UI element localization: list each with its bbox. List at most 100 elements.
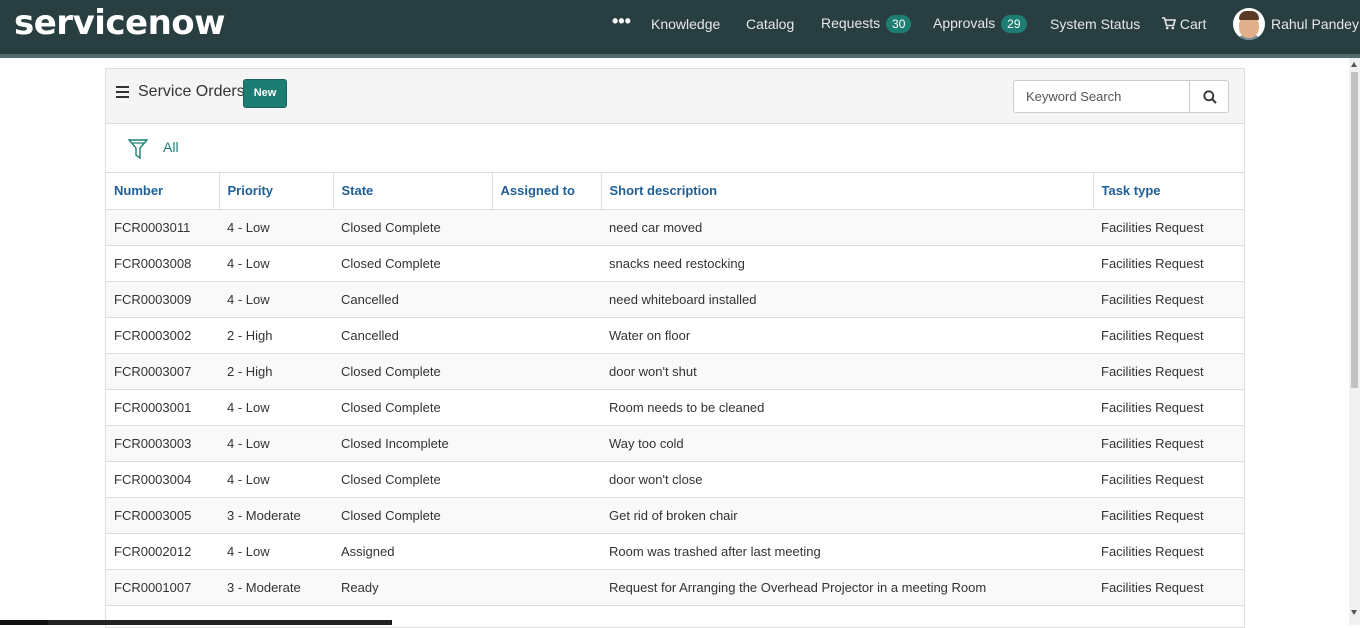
- scroll-down-arrow-icon[interactable]: [1351, 610, 1357, 615]
- cell-assigned-to: [492, 209, 601, 246]
- cell-number[interactable]: FCR0003003: [106, 425, 219, 462]
- nav-system-status[interactable]: System Status: [1050, 16, 1140, 32]
- cell-task-type: Facilities Request: [1093, 353, 1244, 390]
- cell-priority: 4 - Low: [219, 281, 333, 318]
- nav-cart[interactable]: Cart: [1162, 16, 1206, 32]
- cart-icon: [1162, 17, 1177, 30]
- cell-short-description: Room was trashed after last meeting: [601, 533, 1093, 570]
- nav-approvals-label: Approvals: [933, 15, 996, 31]
- column-header-number[interactable]: Number: [106, 173, 220, 210]
- panel-header: Service Orders New Keyword Search: [106, 69, 1244, 124]
- cell-number[interactable]: FCR0003004: [106, 461, 219, 498]
- horizontal-scrollbar-thumb[interactable]: [48, 620, 391, 625]
- cell-state: Closed Complete: [333, 461, 492, 498]
- cell-short-description: need whiteboard installed: [601, 281, 1093, 318]
- hamburger-menu-icon[interactable]: [116, 86, 129, 98]
- cell-state: Assigned: [333, 533, 492, 570]
- column-header-task-type[interactable]: Task type: [1093, 173, 1244, 210]
- table-row[interactable]: FCR0003011 4 - Low Closed Complete need car…: [106, 209, 1244, 246]
- cell-short-description: door won't shut: [601, 353, 1093, 390]
- search-button[interactable]: [1189, 80, 1229, 113]
- cell-state: Closed Complete: [333, 209, 492, 246]
- cell-assigned-to: [492, 461, 601, 498]
- cell-state: Closed Complete: [333, 389, 492, 426]
- cell-number[interactable]: FCR0003005: [106, 497, 219, 534]
- cell-short-description: Way too cold: [601, 425, 1093, 462]
- approvals-count-badge: 29: [1001, 15, 1027, 33]
- servicenow-logo[interactable]: servicenow: [14, 3, 226, 43]
- column-header-state[interactable]: State: [333, 173, 493, 210]
- topbar-accent-line: [0, 54, 1360, 58]
- scroll-up-arrow-icon[interactable]: [1351, 62, 1357, 67]
- cell-assigned-to: [492, 353, 601, 390]
- cell-state: Closed Complete: [333, 353, 492, 390]
- cell-state: Cancelled: [333, 281, 492, 318]
- more-menu-icon[interactable]: •••: [612, 11, 631, 32]
- user-name[interactable]: Rahul Pandey: [1271, 16, 1359, 32]
- service-orders-panel: Service Orders New Keyword Search All Nu…: [105, 68, 1245, 628]
- cell-number[interactable]: FCR0003009: [106, 281, 219, 318]
- cell-priority: 4 - Low: [219, 245, 333, 282]
- column-header-short-description[interactable]: Short description: [601, 173, 1094, 210]
- nav-requests[interactable]: Requests 30: [821, 15, 912, 33]
- column-header-assigned-to[interactable]: Assigned to: [492, 173, 602, 210]
- cell-task-type: Facilities Request: [1093, 281, 1244, 318]
- new-button[interactable]: New: [243, 79, 287, 108]
- cell-state: Cancelled: [333, 317, 492, 354]
- cell-short-description: snacks need restocking: [601, 245, 1093, 282]
- cell-assigned-to: [492, 281, 601, 318]
- filter-icon[interactable]: [128, 138, 148, 160]
- table-row[interactable]: FCR0003005 3 - Moderate Closed Complete Get…: [106, 497, 1244, 534]
- table-row[interactable]: FCR0003003 4 - Low Closed Incomplete Way to…: [106, 425, 1244, 462]
- vertical-scrollbar[interactable]: [1349, 58, 1360, 625]
- filter-breadcrumb-all[interactable]: All: [163, 139, 179, 155]
- table-row[interactable]: FCR0003004 4 - Low Closed Complete door won…: [106, 461, 1244, 498]
- filter-row: All: [106, 125, 1244, 173]
- cell-task-type: Facilities Request: [1093, 497, 1244, 534]
- table-row[interactable]: FCR0001007 3 - Moderate Ready Request for A…: [106, 569, 1244, 606]
- cell-priority: 3 - Moderate: [219, 497, 333, 534]
- table-row[interactable]: FCR0003002 2 - High Cancelled Water on floo…: [106, 317, 1244, 354]
- nav-approvals[interactable]: Approvals 29: [933, 15, 1027, 33]
- cell-priority: 2 - High: [219, 353, 333, 390]
- cell-priority: 4 - Low: [219, 389, 333, 426]
- cell-number[interactable]: FCR0001007: [106, 569, 219, 606]
- table-row[interactable]: FCR0003001 4 - Low Closed Complete Room nee…: [106, 389, 1244, 426]
- cell-number[interactable]: FCR0002012: [106, 533, 219, 570]
- avatar-hair: [1239, 11, 1259, 20]
- cell-short-description: door won't close: [601, 461, 1093, 498]
- panel-title: Service Orders: [138, 83, 245, 100]
- search-icon: [1203, 90, 1217, 104]
- cell-assigned-to: [492, 245, 601, 282]
- cell-task-type: Facilities Request: [1093, 533, 1244, 570]
- table-row[interactable]: FCR0003007 2 - High Closed Complete door wo…: [106, 353, 1244, 390]
- requests-count-badge: 30: [886, 15, 912, 33]
- cell-number[interactable]: FCR0003001: [106, 389, 219, 426]
- table-header-row: Number Priority State Assigned to Short …: [106, 173, 1244, 210]
- cell-priority: 4 - Low: [219, 209, 333, 246]
- user-avatar[interactable]: [1233, 8, 1265, 40]
- table-row[interactable]: FCR0002012 4 - Low Assigned Room was trashe…: [106, 533, 1244, 570]
- cell-number[interactable]: FCR0003008: [106, 245, 219, 282]
- service-orders-table: Number Priority State Assigned to Short …: [106, 173, 1244, 606]
- cell-priority: 4 - Low: [219, 533, 333, 570]
- cell-state: Closed Complete: [333, 497, 492, 534]
- keyword-search-input[interactable]: Keyword Search: [1013, 80, 1190, 113]
- table-row[interactable]: FCR0003009 4 - Low Cancelled need whiteboar…: [106, 281, 1244, 318]
- cell-task-type: Facilities Request: [1093, 245, 1244, 282]
- cell-short-description: Get rid of broken chair: [601, 497, 1093, 534]
- cell-task-type: Facilities Request: [1093, 209, 1244, 246]
- cell-state: Closed Incomplete: [333, 425, 492, 462]
- nav-cart-label: Cart: [1179, 16, 1207, 32]
- column-header-priority[interactable]: Priority: [219, 173, 334, 210]
- cell-number[interactable]: FCR0003011: [106, 209, 219, 246]
- nav-catalog[interactable]: Catalog: [746, 16, 794, 32]
- cell-number[interactable]: FCR0003007: [106, 353, 219, 390]
- nav-knowledge[interactable]: Knowledge: [651, 16, 720, 32]
- cell-task-type: Facilities Request: [1093, 317, 1244, 354]
- cell-short-description: Room needs to be cleaned: [601, 389, 1093, 426]
- cell-number[interactable]: FCR0003002: [106, 317, 219, 354]
- scroll-thumb[interactable]: [1351, 72, 1358, 388]
- table-row[interactable]: FCR0003008 4 - Low Closed Complete snacks n…: [106, 245, 1244, 282]
- cell-task-type: Facilities Request: [1093, 425, 1244, 462]
